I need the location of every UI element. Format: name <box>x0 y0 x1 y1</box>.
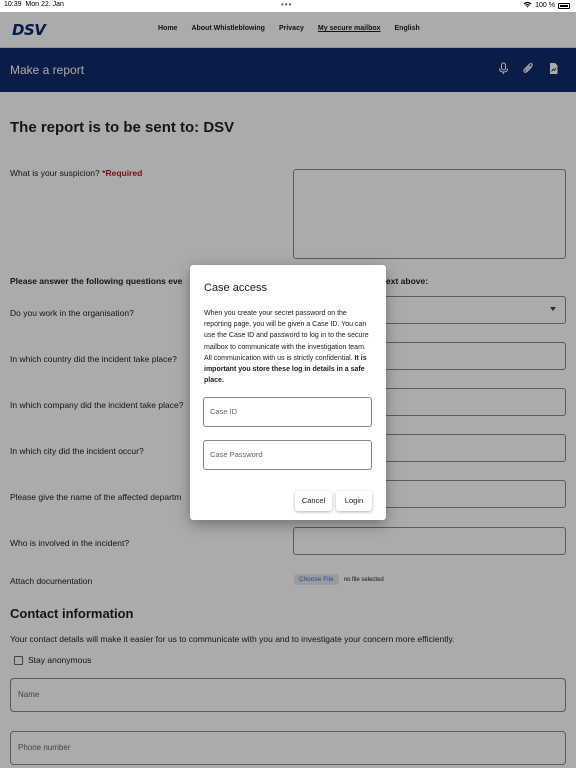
case-password-input[interactable]: Case Password <box>203 440 372 470</box>
status-bar: 10:39 Mon 22. Jan ••• 100 % <box>0 0 576 12</box>
dialog-description: When you create your secret password on … <box>204 310 369 385</box>
status-right: 100 % <box>523 1 570 10</box>
wifi-icon <box>523 1 532 10</box>
status-time: 10:39 Mon 22. Jan <box>4 1 64 8</box>
multitask-dots-icon[interactable]: ••• <box>281 0 292 9</box>
battery-percent: 100 % <box>535 2 555 9</box>
cancel-button[interactable]: Cancel <box>295 491 332 511</box>
case-id-input[interactable]: Case ID <box>203 397 372 427</box>
battery-icon <box>558 2 570 9</box>
login-button[interactable]: Login <box>336 491 372 511</box>
dialog-title: Case access <box>204 282 267 294</box>
case-access-dialog: Case access When you create your secret … <box>190 265 386 520</box>
